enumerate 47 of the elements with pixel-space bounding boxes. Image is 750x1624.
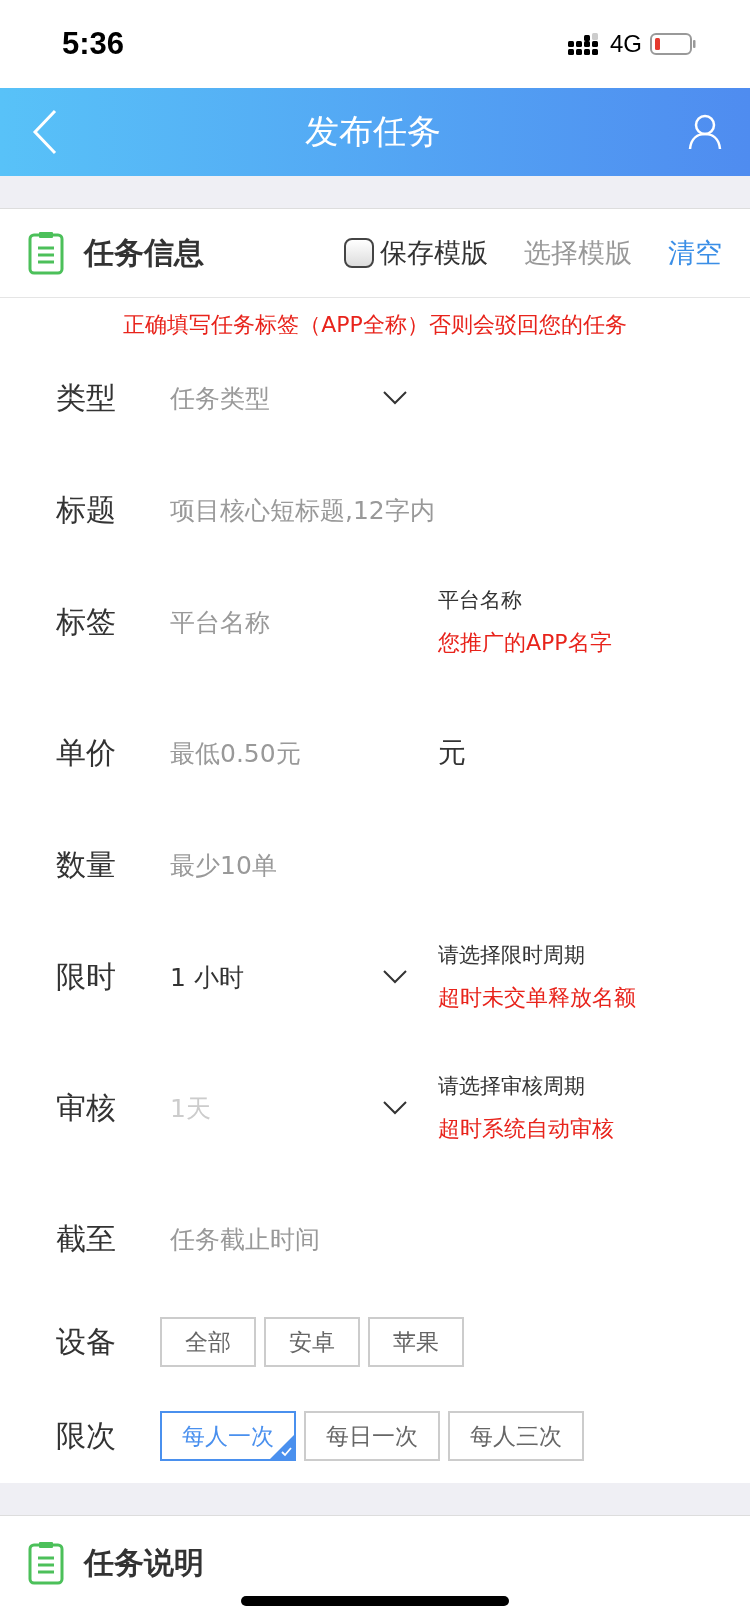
option-button[interactable]: 苹果 (368, 1317, 464, 1367)
section-title: 任务信息 (84, 233, 204, 272)
back-button[interactable] (32, 109, 58, 155)
input-field[interactable]: 平台名称 (170, 607, 420, 637)
field-label: 限次 (56, 1416, 117, 1455)
chevron-down-icon (382, 1100, 408, 1116)
battery-icon (650, 33, 696, 55)
chevron-down-icon (382, 390, 408, 406)
note-text: 超时未交单释放名额 (438, 984, 636, 1012)
hint-text: 请选择审核周期 (438, 1073, 586, 1100)
status-time: 5:36 (62, 26, 125, 62)
field-label: 标题 (56, 490, 117, 529)
input-field[interactable]: 项目核心短标题,12字内 (170, 495, 530, 525)
select-field[interactable]: 任务类型 (170, 381, 408, 415)
save-template-checkbox[interactable]: 保存模版 (344, 235, 488, 271)
field-label: 审核 (56, 1088, 117, 1127)
option-button[interactable]: 安卓 (264, 1317, 360, 1367)
field-label: 数量 (56, 845, 117, 884)
field-label: 单价 (56, 733, 117, 772)
field-label: 类型 (56, 378, 117, 417)
field-label: 标签 (56, 602, 117, 641)
page-title: 发布任务 (305, 110, 441, 153)
clipboard-icon (28, 1541, 64, 1585)
hint-text: 平台名称 (438, 587, 523, 614)
chevron-down-icon (382, 969, 408, 985)
note-text: 超时系统自动审核 (438, 1115, 614, 1143)
unit-label: 元 (438, 735, 466, 771)
field-label: 截至 (56, 1219, 117, 1258)
checkbox[interactable] (344, 238, 374, 268)
network-label: 4G (610, 30, 642, 58)
note-text: 您推广的APP名字 (438, 629, 612, 657)
select-field[interactable]: 1 小时 (170, 960, 408, 994)
option-button[interactable]: 全部 (160, 1317, 256, 1367)
input-field[interactable]: 最低0.50元 (170, 738, 420, 768)
clipboard-icon (28, 231, 64, 275)
input-field[interactable]: 任务截止时间 (170, 1224, 530, 1254)
option-button[interactable]: 每日一次 (304, 1411, 440, 1461)
field-label: 设备 (56, 1322, 117, 1361)
warning-text: 正确填写任务标签（APP全称）否则会驳回您的任务 (122, 311, 628, 339)
input-field[interactable]: 最少10单 (170, 850, 530, 880)
option-button[interactable]: 每人三次 (448, 1411, 584, 1461)
option-button[interactable]: 每人一次 (160, 1411, 296, 1461)
clear-link[interactable]: 清空 (668, 235, 722, 271)
profile-button[interactable] (688, 114, 722, 150)
hint-text: 请选择限时周期 (438, 942, 586, 969)
section-title: 任务说明 (84, 1543, 204, 1582)
field-label: 限时 (56, 957, 117, 996)
